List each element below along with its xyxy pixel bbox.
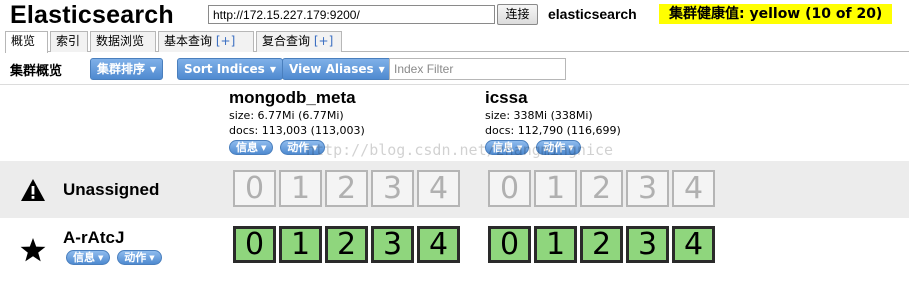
tab-basic-query[interactable]: 基本查询 [+]	[158, 31, 254, 52]
index-docs: docs: 112,790 (116,699)	[485, 124, 621, 137]
index-name: icssa	[485, 88, 528, 107]
cluster-name: elasticsearch	[548, 6, 637, 22]
shard-box[interactable]: 3	[626, 226, 669, 263]
unassigned-row: Unassigned 0 1 2 3 4 0 1 2 3 4	[0, 161, 909, 218]
shard-box[interactable]: 4	[672, 226, 715, 263]
caret-down-icon: ▼	[269, 65, 276, 74]
shard-box[interactable]: 4	[417, 170, 460, 207]
node-action-button[interactable]: 动作 ▼	[117, 250, 162, 265]
tab-indices[interactable]: 索引	[50, 31, 88, 52]
shard-box[interactable]: 2	[580, 170, 623, 207]
shard-box[interactable]: 2	[580, 226, 623, 263]
shard-group: 0 1 2 3 4	[233, 226, 460, 263]
button-label: 动作	[124, 251, 147, 264]
tab-structured-query[interactable]: 复合查询 [+]	[256, 31, 342, 52]
watermark-text: http://blog.csdn.net/zhangmingnice	[306, 141, 614, 159]
tab-label: 基本查询	[164, 34, 213, 48]
shard-box[interactable]: 2	[325, 226, 368, 263]
shard-box[interactable]: 1	[534, 226, 577, 263]
button-label: 集群排序	[97, 62, 146, 76]
shard-box[interactable]: 1	[279, 170, 322, 207]
tab-overview[interactable]: 概览	[5, 31, 48, 53]
caret-down-icon: ▼	[149, 254, 155, 262]
star-icon	[20, 238, 46, 262]
node-name: A-rAtcJ	[63, 228, 125, 247]
sort-cluster-button[interactable]: 集群排序 ▼	[90, 58, 164, 80]
shard-group: 0 1 2 3 4	[488, 226, 715, 263]
button-label: 信息	[73, 251, 95, 264]
shard-box[interactable]: 1	[279, 226, 322, 263]
shard-box[interactable]: 1	[534, 170, 577, 207]
view-aliases-button[interactable]: View Aliases ▼	[282, 58, 392, 80]
tab-browser[interactable]: 数据浏览	[90, 31, 156, 52]
shard-box[interactable]: 0	[488, 226, 531, 263]
index-docs: docs: 113,003 (113,003)	[229, 124, 365, 137]
tab-label: 数据浏览	[96, 34, 145, 48]
tab-label: 复合查询	[262, 34, 311, 48]
shard-box[interactable]: 0	[488, 170, 531, 207]
button-label: Sort Indices	[184, 62, 265, 76]
index-filter-input[interactable]	[389, 58, 566, 80]
button-label: 信息	[236, 141, 258, 154]
tab-label: 索引	[56, 34, 81, 48]
shard-box[interactable]: 3	[371, 170, 414, 207]
add-query-link[interactable]: [+]	[216, 34, 235, 48]
shard-box[interactable]: 3	[371, 226, 414, 263]
node-actions: 信息 ▼ 动作 ▼	[66, 250, 165, 265]
index-size: size: 6.77Mi (6.77Mi)	[229, 109, 344, 122]
cluster-health-badge: 集群健康值: yellow (10 of 20)	[659, 4, 893, 24]
cluster-url-input[interactable]	[208, 5, 495, 24]
index-info-button[interactable]: 信息 ▼	[229, 140, 274, 155]
overview-title: 集群概览	[10, 64, 63, 79]
node-info-button[interactable]: 信息 ▼	[66, 250, 111, 265]
shard-group: 0 1 2 3 4	[488, 170, 715, 207]
main-tabs: 概览 索引 数据浏览 基本查询 [+] 复合查询 [+]	[5, 31, 909, 53]
caret-down-icon: ▼	[98, 254, 104, 262]
add-query-link[interactable]: [+]	[314, 34, 333, 48]
sort-indices-button[interactable]: Sort Indices ▼	[177, 58, 283, 80]
node-row: A-rAtcJ 信息 ▼ 动作 ▼ 0 1 2 3 4 0 1 2 3 4	[0, 220, 909, 278]
warning-icon	[21, 179, 45, 201]
caret-down-icon: ▼	[150, 65, 157, 74]
index-size: size: 338Mi (338Mi)	[485, 109, 593, 122]
shard-box[interactable]: 4	[672, 170, 715, 207]
button-label: View Aliases	[289, 62, 374, 76]
caret-down-icon: ▼	[261, 144, 267, 152]
app-title: Elasticsearch	[10, 1, 174, 29]
shard-box[interactable]: 3	[626, 170, 669, 207]
connect-button[interactable]: 连接	[497, 4, 538, 25]
shard-box[interactable]: 4	[417, 226, 460, 263]
tab-label: 概览	[11, 34, 36, 48]
index-name: mongodb_meta	[229, 88, 356, 107]
node-name: Unassigned	[63, 180, 160, 199]
shard-box[interactable]: 2	[325, 170, 368, 207]
divider	[0, 84, 909, 85]
shard-box[interactable]: 0	[233, 170, 276, 207]
shard-box[interactable]: 0	[233, 226, 276, 263]
caret-down-icon: ▼	[378, 65, 385, 74]
shard-group: 0 1 2 3 4	[233, 170, 460, 207]
